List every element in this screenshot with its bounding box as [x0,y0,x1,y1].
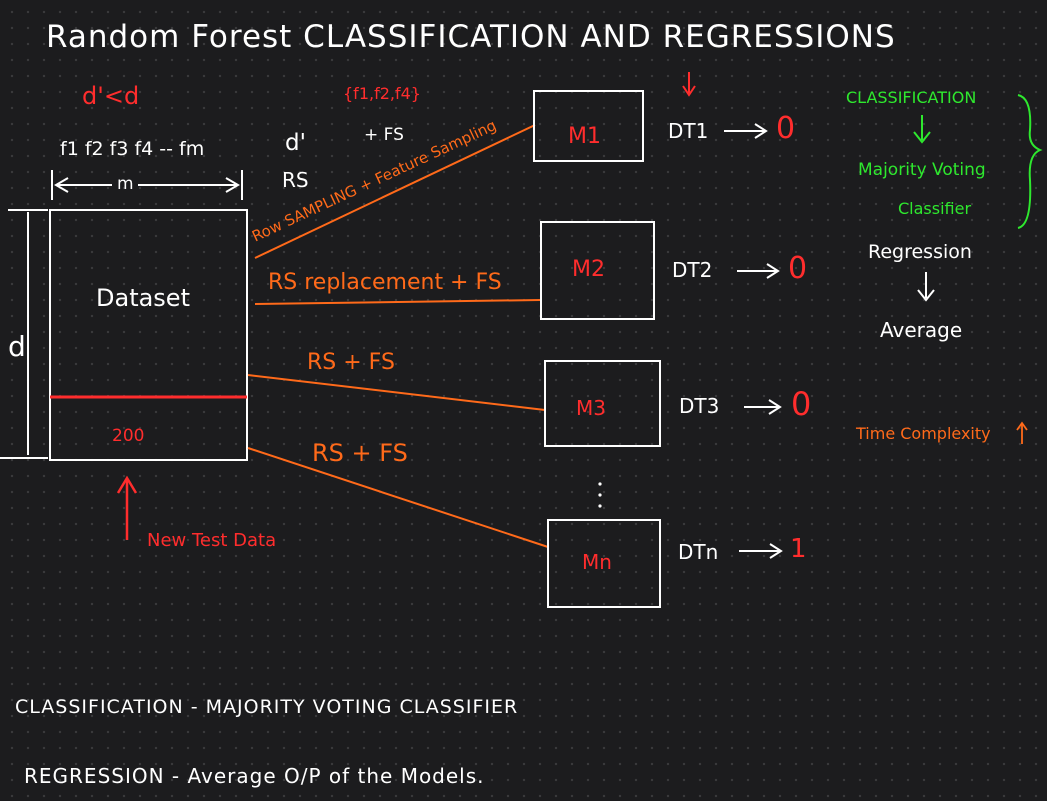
dataset-name: Dataset [96,284,190,312]
feature-list: f1 f2 f3 f4 -- fm [60,138,205,160]
dataset-box [49,209,248,461]
model-label-n: Mn [582,550,612,574]
test-value: 200 [112,426,145,446]
tree-output-1: 0 [776,111,796,146]
ellipsis-dot-1 [598,482,602,486]
classification-heading: CLASSIFICATION [846,88,977,107]
tree-label-n: DTn [678,540,719,564]
sampling-label-3: RS + FS [307,350,395,375]
plus-fs-label: + FS [364,125,404,145]
tree-label-1: DT1 [668,119,709,143]
sampling-line-3 [247,374,546,411]
regression-heading: Regression [868,241,972,263]
model-label-3: M3 [576,396,606,420]
summary-regression: REGRESSION - Average O/P of the Models. [24,764,485,788]
model-label-2: M2 [572,257,605,282]
new-test-data-label: New Test Data [147,530,277,551]
page-title: Random Forest CLASSIFICATION AND REGRESS… [46,19,896,55]
average-label: Average [880,318,963,342]
sampling-label-2: RS replacement + FS [268,270,502,295]
model-label-1: M1 [568,124,601,149]
tree-output-2: 0 [788,251,808,286]
rs-label: RS [282,168,309,192]
classification-brace [1017,94,1043,229]
sampling-label-4: RS + FS [312,439,408,467]
diagram-strokes [0,72,1043,608]
ellipsis-dot-3 [598,504,602,508]
d-prime-note: d'<d [82,82,140,110]
sampling-line-2 [254,299,541,305]
summary-classification: CLASSIFICATION - MAJORITY VOTING CLASSIF… [15,696,519,718]
m-label: m [117,174,134,194]
ellipsis-dot-2 [598,493,602,497]
tree-output-3: 0 [791,385,812,423]
feature-set-label: {f1,f2,f4} [343,84,421,103]
time-complexity-label: Time Complexity [856,424,991,443]
tree-label-3: DT3 [679,394,720,418]
tree-output-n: 1 [790,534,807,564]
classifier-label: Classifier [898,199,972,218]
d-label: d [8,330,26,363]
tree-label-2: DT2 [672,258,713,282]
d-prime-label: d' [285,130,306,156]
majority-voting-label: Majority Voting [858,160,986,180]
